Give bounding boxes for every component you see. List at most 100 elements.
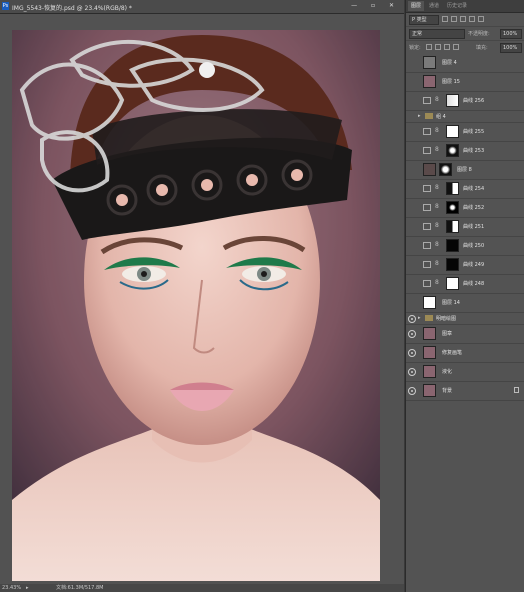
visibility-eye-icon[interactable]	[408, 185, 416, 193]
lock-label: 锁定:	[409, 45, 421, 51]
layer-row[interactable]: 8 曲线 255	[406, 123, 524, 142]
visibility-eye-icon[interactable]	[408, 113, 416, 121]
layer-mask-thumbnail[interactable]	[446, 201, 459, 214]
layer-name: 曲线 253	[463, 148, 485, 154]
mask-link-icon[interactable]: 8	[435, 203, 439, 210]
layer-mask-thumbnail[interactable]	[446, 182, 459, 195]
layer-mask-thumbnail[interactable]	[446, 125, 459, 138]
visibility-eye-icon[interactable]	[408, 261, 416, 269]
layer-row[interactable]: 图章	[406, 325, 524, 344]
mask-link-icon[interactable]: 8	[435, 241, 439, 248]
layer-thumbnail[interactable]	[423, 384, 436, 397]
layer-name: 曲线 249	[463, 262, 485, 268]
document-tab[interactable]: Ps IMG_5543-恢复的.psd @ 23.4%(RGB/8) * — ▫…	[0, 0, 404, 14]
layer-thumbnail[interactable]	[423, 163, 436, 176]
status-menu-arrow-icon[interactable]: ▸	[26, 584, 29, 592]
layer-row[interactable]: 8 曲线 254	[406, 180, 524, 199]
layer-row[interactable]: ▸ 明暗绘图	[406, 313, 524, 325]
lock-pixels-icon[interactable]	[435, 44, 441, 50]
visibility-eye-icon[interactable]	[408, 97, 416, 105]
layer-mask-thumbnail[interactable]	[446, 239, 459, 252]
layer-thumbnail[interactable]	[423, 75, 436, 88]
visibility-eye-icon[interactable]	[408, 330, 416, 338]
layer-row[interactable]: 背景	[406, 382, 524, 401]
layer-name: 曲线 248	[463, 281, 485, 287]
layer-row[interactable]: 修复画笔	[406, 344, 524, 363]
document-size-info: 文档:61.3M/517.8M	[56, 585, 104, 591]
tab-layers[interactable]: 图层	[408, 1, 425, 11]
lock-all-icon[interactable]	[453, 44, 459, 50]
mask-link-icon[interactable]: 8	[435, 260, 439, 267]
curves-adjustment-icon	[423, 128, 431, 135]
curves-adjustment-icon	[423, 242, 431, 249]
layer-thumbnail[interactable]	[423, 346, 436, 359]
layer-name: 曲线 254	[463, 186, 485, 192]
layer-name: 曲线 255	[463, 129, 485, 135]
lock-transparent-icon[interactable]	[426, 44, 432, 50]
layer-row[interactable]: 8 曲线 250	[406, 237, 524, 256]
layer-mask-thumbnail[interactable]	[446, 94, 459, 107]
layer-row[interactable]: 液化	[406, 363, 524, 382]
zoom-readout[interactable]: 23.43%	[2, 584, 21, 592]
filter-shape-icon[interactable]	[469, 16, 475, 22]
curves-adjustment-icon	[423, 204, 431, 211]
group-expand-icon[interactable]: ▸	[418, 315, 421, 321]
visibility-eye-icon[interactable]	[408, 299, 416, 307]
filter-adjustment-icon[interactable]	[451, 16, 457, 22]
fill-field[interactable]: 100%	[500, 43, 522, 53]
layer-filter-select[interactable]: P 类型	[409, 15, 439, 25]
mask-link-icon[interactable]: 8	[435, 184, 439, 191]
opacity-field[interactable]: 100%	[500, 29, 522, 39]
layer-row[interactable]: 图层 4	[406, 54, 524, 73]
filter-smart-icon[interactable]	[478, 16, 484, 22]
window-controls[interactable]: — ▫ ✕	[351, 2, 400, 9]
layer-thumbnail[interactable]	[423, 296, 436, 309]
visibility-eye-icon[interactable]	[408, 78, 416, 86]
layer-row[interactable]: 图层 8	[406, 161, 524, 180]
canvas-area[interactable]	[0, 14, 404, 584]
layer-thumbnail[interactable]	[423, 56, 436, 69]
layer-row[interactable]: 8 曲线 253	[406, 142, 524, 161]
blend-mode-select[interactable]: 正常	[409, 29, 465, 39]
visibility-eye-icon[interactable]	[408, 204, 416, 212]
visibility-eye-icon[interactable]	[408, 147, 416, 155]
folder-icon	[425, 315, 433, 321]
layer-row[interactable]: 图层 15	[406, 73, 524, 92]
mask-link-icon[interactable]: 8	[435, 279, 439, 286]
tab-history[interactable]: 历史记录	[444, 1, 470, 11]
layer-mask-thumbnail[interactable]	[446, 220, 459, 233]
layer-row[interactable]: ▸ 组 4	[406, 111, 524, 123]
filter-type-icon[interactable]	[460, 16, 466, 22]
layer-row[interactable]: 8 曲线 248	[406, 275, 524, 294]
layer-row[interactable]: 图层 14	[406, 294, 524, 313]
visibility-eye-icon[interactable]	[408, 223, 416, 231]
layer-row[interactable]: 8 曲线 249	[406, 256, 524, 275]
group-expand-icon[interactable]: ▸	[418, 113, 421, 119]
layer-row[interactable]: 8 曲线 252	[406, 199, 524, 218]
layer-thumbnail[interactable]	[423, 365, 436, 378]
layer-mask-thumbnail[interactable]	[439, 163, 452, 176]
visibility-eye-icon[interactable]	[408, 128, 416, 136]
visibility-eye-icon[interactable]	[408, 59, 416, 67]
layer-thumbnail[interactable]	[423, 327, 436, 340]
layer-mask-thumbnail[interactable]	[446, 144, 459, 157]
layer-name: 液化	[442, 369, 453, 375]
layer-row[interactable]: 8 曲线 251	[406, 218, 524, 237]
mask-link-icon[interactable]: 8	[435, 96, 439, 103]
visibility-eye-icon[interactable]	[408, 368, 416, 376]
mask-link-icon[interactable]: 8	[435, 146, 439, 153]
mask-link-icon[interactable]: 8	[435, 222, 439, 229]
filter-pixel-icon[interactable]	[442, 16, 448, 22]
visibility-eye-icon[interactable]	[408, 315, 416, 323]
lock-position-icon[interactable]	[444, 44, 450, 50]
visibility-eye-icon[interactable]	[408, 242, 416, 250]
visibility-eye-icon[interactable]	[408, 166, 416, 174]
tab-channels[interactable]: 通道	[426, 1, 442, 11]
layer-row[interactable]: 8 曲线 256	[406, 92, 524, 111]
visibility-eye-icon[interactable]	[408, 280, 416, 288]
layer-mask-thumbnail[interactable]	[446, 277, 459, 290]
mask-link-icon[interactable]: 8	[435, 127, 439, 134]
visibility-eye-icon[interactable]	[408, 349, 416, 357]
layer-mask-thumbnail[interactable]	[446, 258, 459, 271]
visibility-eye-icon[interactable]	[408, 387, 416, 395]
